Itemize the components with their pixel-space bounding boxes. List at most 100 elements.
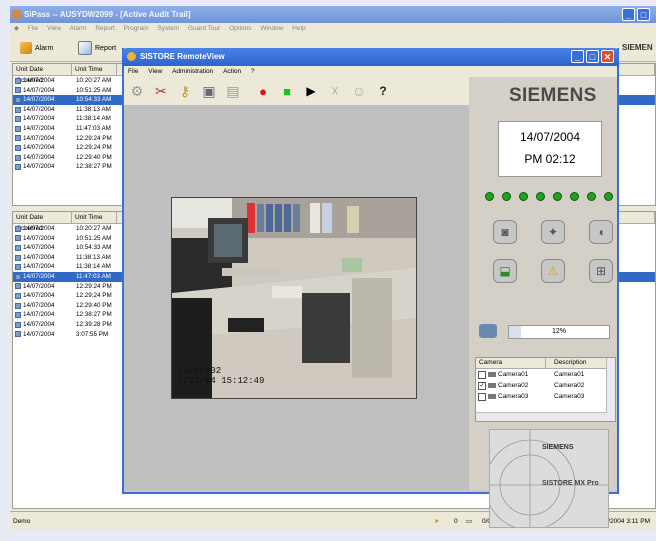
camera-video-feed[interactable]: Camera02 7/14/04 15:12:49 xyxy=(171,197,417,399)
col-description[interactable]: Description xyxy=(546,358,614,368)
logo-product: SISTORE MX Pro xyxy=(542,480,599,487)
camera-list-header: Camera Description xyxy=(476,358,615,369)
cell-time: 12:29:40 PM xyxy=(76,153,112,161)
rv-menu-file[interactable]: File xyxy=(128,68,138,75)
help-icon[interactable]: ? xyxy=(372,80,394,102)
remoteview-window-controls: _ □ ✕ xyxy=(571,50,614,63)
mouse-icon: ◖ xyxy=(597,225,605,239)
status-led-icon xyxy=(553,192,562,201)
camera-list: Camera Description Camera01 Camera01 ✓ Came… xyxy=(475,357,616,422)
cell-date: 14/07/2004 xyxy=(23,282,55,290)
minimize-icon[interactable]: _ xyxy=(571,50,584,63)
camera-checkbox[interactable]: ✓ xyxy=(478,381,486,390)
alarm-bell-button[interactable]: ⚠ xyxy=(541,259,565,283)
cell-time: 12:29:24 PM xyxy=(76,144,112,152)
sipass-window-controls: _ □ xyxy=(622,8,650,21)
menu-options[interactable]: Options xyxy=(229,25,251,32)
camera-list-hscrollbar[interactable] xyxy=(476,412,607,421)
camera-control-button[interactable]: ◙ xyxy=(493,220,517,244)
menu-window[interactable]: Window xyxy=(260,25,283,32)
maximize-icon[interactable]: □ xyxy=(586,50,599,63)
status-count: 0 xyxy=(454,518,458,525)
snapshot-icon[interactable]: ▣ xyxy=(198,80,220,102)
cell-time: 3:07:55 PM xyxy=(76,330,109,338)
menu-help[interactable]: Help xyxy=(292,25,305,32)
menu-guard-tour[interactable]: Guard Tour xyxy=(188,25,220,32)
report-button[interactable]: Report xyxy=(78,40,116,56)
control-panel: SIEMENS 14/07/2004 PM 02:12 ◙ ✦ ◖ ⬓ ⚠ ⊞ xyxy=(469,77,617,528)
remoteview-toolbar: ⚙ ✂ ⚷ ▣ ▤ ● ■ ▶ ☓ ☺ ? xyxy=(124,77,469,105)
tools-icon: ✦ xyxy=(547,225,559,239)
event-icon xyxy=(15,125,21,132)
alarm-button[interactable]: Alarm xyxy=(20,40,53,56)
cell-time: 11:38:13 AM xyxy=(76,253,111,261)
menu-report[interactable]: Report xyxy=(95,25,115,32)
menu-program[interactable]: Program xyxy=(124,25,149,32)
close-icon[interactable]: ✕ xyxy=(601,50,614,63)
event-icon xyxy=(15,135,21,142)
rv-menu-view[interactable]: View xyxy=(148,68,162,75)
rv-menu-administration[interactable]: Administration xyxy=(172,68,213,75)
camera-list-item[interactable]: ✓ Camera02 Camera02 xyxy=(476,380,615,391)
menu-alarm[interactable]: Alarm xyxy=(70,25,87,32)
connect-icon[interactable]: ⚙ xyxy=(126,80,148,102)
minimize-icon[interactable]: _ xyxy=(622,8,635,21)
remoteview-window: SISTORE RemoteView _ □ ✕ File View Admin… xyxy=(122,48,619,528)
cell-date: 14/07/2004 xyxy=(23,153,55,161)
cell-time: 10:51:25 AM xyxy=(76,86,112,94)
sistore-logo-panel: SIEMENS SISTORE MX Pro xyxy=(489,429,609,528)
connect-camera-button[interactable]: ⬓ xyxy=(493,259,517,283)
disconnect-icon[interactable]: ✂ xyxy=(150,80,172,102)
col-camera[interactable]: Camera xyxy=(476,358,546,368)
rv-menu-action[interactable]: Action xyxy=(223,68,241,75)
remoteview-title-bar: SISTORE RemoteView _ □ ✕ xyxy=(122,48,619,66)
camera-list-item[interactable]: Camera01 Camera01 xyxy=(476,369,615,380)
mouse-button[interactable]: ◖ xyxy=(589,220,613,244)
key-icon[interactable]: ⚷ xyxy=(174,80,196,102)
camera-list-item[interactable]: Camera03 Camera03 xyxy=(476,391,615,402)
status-alarm-icon: ➤ xyxy=(434,518,440,525)
bell-icon: ⚠ xyxy=(547,264,559,278)
sipass-window: SiPass -- AUSYDW2099 - [Active Audit Tra… xyxy=(10,6,656,530)
report-button-label: Report xyxy=(95,44,117,52)
col-unit-date[interactable]: Unit Date Occurred xyxy=(13,212,72,232)
cell-time: 11:38:14 AM xyxy=(76,263,111,271)
camera-description: Camera03 xyxy=(554,393,585,400)
cell-date: 14/07/2004 xyxy=(23,244,55,252)
rv-menu-help[interactable]: ? xyxy=(251,68,255,75)
event-icon xyxy=(15,96,21,103)
archive-icon[interactable]: ▤ xyxy=(222,80,244,102)
status-leds xyxy=(485,192,613,201)
menu-system[interactable]: System xyxy=(157,25,179,32)
cell-time: 10:20:27 AM xyxy=(76,225,112,232)
camera-checkbox[interactable] xyxy=(478,370,486,379)
user-remove-icon[interactable]: ☓ xyxy=(324,80,346,102)
remoteview-menubar: File View Administration Action ? xyxy=(124,66,617,77)
network-button[interactable]: ⊞ xyxy=(589,259,613,283)
tools-button[interactable]: ✦ xyxy=(541,220,565,244)
play-icon[interactable]: ▶ xyxy=(300,80,322,102)
sipass-brand: SIEMEN xyxy=(622,43,653,52)
maximize-icon[interactable]: □ xyxy=(637,8,650,21)
col-unit-time[interactable]: Unit Time xyxy=(72,212,117,223)
col-unit-date[interactable]: Unit Date Occurred xyxy=(13,64,72,84)
cell-date: 14/07/2004 xyxy=(23,253,55,261)
status-led-icon xyxy=(519,192,528,201)
user-icon[interactable]: ☺ xyxy=(348,80,370,102)
network-icon: ⊞ xyxy=(595,264,607,278)
cell-date: 14/07/2004 xyxy=(23,292,55,300)
menu-view[interactable]: View xyxy=(47,25,61,32)
record-icon[interactable]: ● xyxy=(252,80,274,102)
cell-date: 14/07/2004 xyxy=(23,115,55,123)
menu-file[interactable]: File xyxy=(28,25,38,32)
remoteview-app-icon xyxy=(127,52,136,61)
camera-icon xyxy=(488,372,496,377)
stop-icon[interactable]: ■ xyxy=(276,80,298,102)
camera-checkbox[interactable] xyxy=(478,392,486,401)
camera-list-scrollbar[interactable] xyxy=(606,358,615,421)
report-icon xyxy=(78,41,92,55)
logo-brand: SIEMENS xyxy=(542,444,574,451)
col-unit-time[interactable]: Unit Time xyxy=(72,64,117,75)
camera-link-icon: ⬓ xyxy=(499,264,511,278)
camera-icon: ◙ xyxy=(501,225,509,239)
